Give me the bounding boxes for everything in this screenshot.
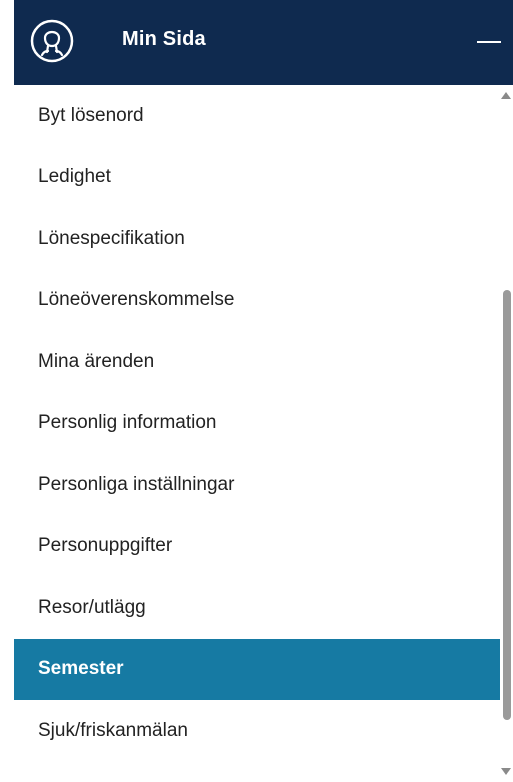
menu-item-semester[interactable]: Semester (14, 638, 500, 700)
menu-item-mina-arenden[interactable]: Mina ärenden (14, 331, 500, 393)
scroll-up-arrow-icon[interactable] (501, 92, 511, 99)
menu-title: Min Sida (122, 28, 206, 50)
menu-list: Byt lösenord Ledighet Lönespecifikation … (14, 85, 500, 762)
menu-item-byt-losenord[interactable]: Byt lösenord (14, 85, 500, 147)
menu-item-resor-utlagg[interactable]: Resor/utlägg (14, 577, 500, 639)
menu-item-sjuk-friskanmalan[interactable]: Sjuk/friskanmälan (14, 700, 500, 762)
min-sida-menu-panel: Min Sida Byt lösenord Ledighet Lönespeci… (0, 0, 513, 782)
scrollbar-thumb[interactable] (503, 290, 511, 720)
menu-item-ledighet[interactable]: Ledighet (14, 147, 500, 209)
scroll-down-arrow-icon[interactable] (501, 768, 511, 775)
menu-item-loneoverenskommelse[interactable]: Löneöverenskommelse (14, 270, 500, 332)
collapse-button[interactable] (477, 30, 501, 54)
user-circle-icon (30, 19, 74, 63)
menu-header[interactable]: Min Sida (14, 0, 513, 85)
menu-item-personlig-information[interactable]: Personlig information (14, 393, 500, 455)
menu-item-personliga-installningar[interactable]: Personliga inställningar (14, 454, 500, 516)
menu-item-lonespecifikation[interactable]: Lönespecifikation (14, 208, 500, 270)
menu-item-personuppgifter[interactable]: Personuppgifter (14, 516, 500, 578)
